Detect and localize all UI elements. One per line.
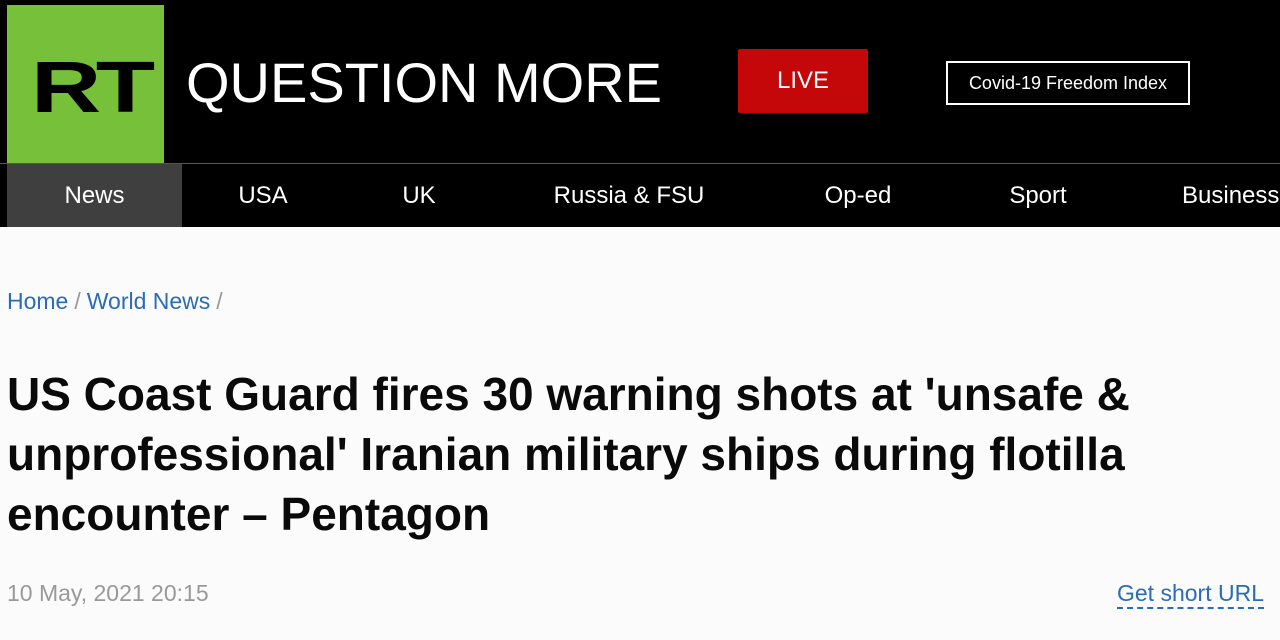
site-header: RT QUESTION MORE LIVE Covid-19 Freedom I… (0, 0, 1280, 163)
live-button[interactable]: LIVE (738, 49, 868, 113)
nav-item-business[interactable]: Business (1172, 164, 1280, 227)
nav-item-uk[interactable]: UK (380, 164, 458, 227)
site-tagline: QUESTION MORE (186, 51, 663, 114)
nav-item-op-ed[interactable]: Op-ed (808, 164, 908, 227)
nav-item-russia-fsu[interactable]: Russia & FSU (534, 164, 724, 227)
breadcrumb: Home / World News / (7, 288, 229, 315)
main-nav: News USA UK Russia & FSU Op-ed Sport Bus… (0, 163, 1280, 227)
get-short-url-link[interactable]: Get short URL (1117, 580, 1264, 609)
breadcrumb-separator: / (74, 288, 81, 314)
article-headline: US Coast Guard fires 30 warning shots at… (7, 368, 1130, 540)
covid-freedom-index-button[interactable]: Covid-19 Freedom Index (946, 61, 1190, 105)
logo-text: RT (31, 48, 155, 128)
breadcrumb-world-news-link[interactable]: World News (87, 288, 211, 314)
nav-item-news[interactable]: News (7, 164, 182, 227)
breadcrumb-separator: / (216, 288, 223, 314)
nav-item-sport[interactable]: Sport (990, 164, 1086, 227)
article-date: 10 May, 2021 20:15 (7, 580, 209, 606)
rt-logo[interactable]: RT (7, 5, 164, 163)
breadcrumb-home-link[interactable]: Home (7, 288, 68, 314)
nav-item-usa[interactable]: USA (214, 164, 312, 227)
